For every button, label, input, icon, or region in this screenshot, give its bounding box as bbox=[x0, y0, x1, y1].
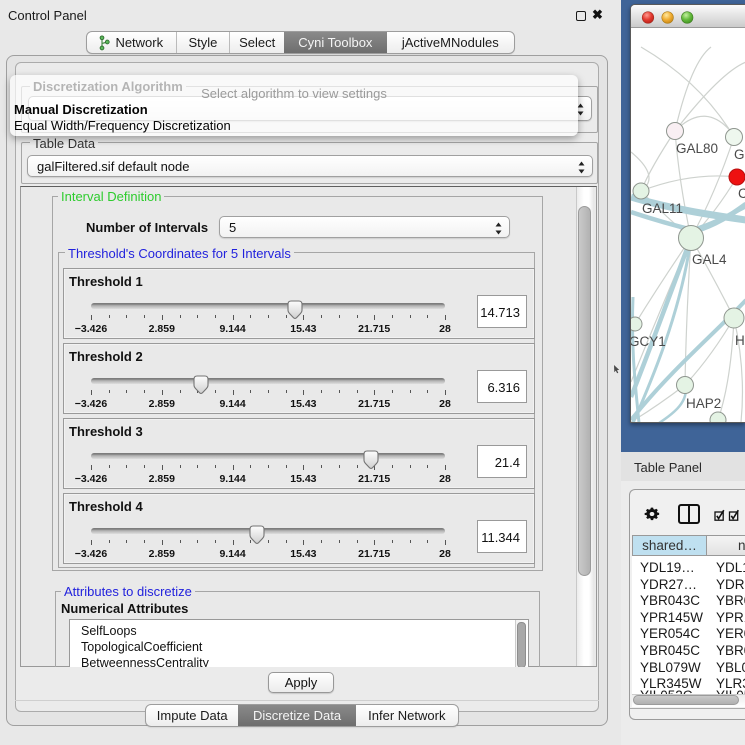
svg-text:GAL4: GAL4 bbox=[692, 252, 727, 267]
svg-text:GCY1: GCY1 bbox=[631, 334, 666, 349]
svg-text:GAL11: GAL11 bbox=[642, 201, 683, 216]
svg-text:C: C bbox=[738, 186, 745, 201]
svg-text:G…: G… bbox=[734, 147, 745, 162]
svg-text:H: H bbox=[735, 333, 745, 348]
svg-text:HAP2: HAP2 bbox=[686, 396, 721, 411]
svg-text:GAL80: GAL80 bbox=[676, 141, 718, 156]
